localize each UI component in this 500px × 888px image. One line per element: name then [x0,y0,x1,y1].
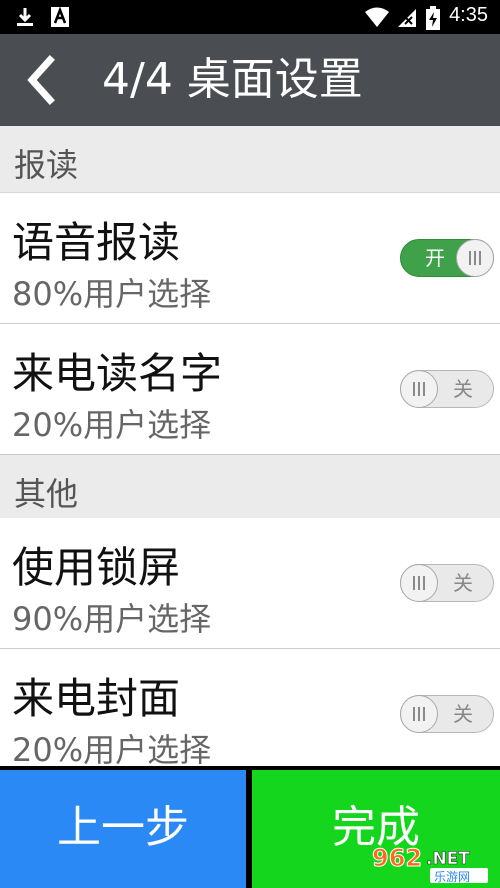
setting-row-voice-report[interactable]: 语音报读 80%用户选择 开 [0,193,500,324]
toggle-state-label: 关 [453,702,473,726]
chevron-left-icon [27,55,55,105]
toggle-knob [400,564,438,602]
setting-row-caller-name[interactable]: 来电读名字 20%用户选择 关 [0,324,500,455]
setting-title: 来电封面 [12,674,181,723]
toggle-state-label: 关 [453,571,473,595]
setting-title: 使用锁屏 [12,543,181,592]
previous-step-button[interactable]: 上一步 [0,770,246,888]
app-bar: 4/4 桌面设置 [0,34,500,126]
toggle-state-label: 关 [453,377,473,401]
svg-text:乐游网: 乐游网 [434,870,470,884]
setting-subtitle: 20%用户选择 [12,406,212,444]
svg-text:962: 962 [372,844,422,872]
setting-subtitle: 80%用户选择 [12,275,212,313]
section-label: 报读 [14,146,79,184]
setting-title: 来电读名字 [12,349,223,398]
site-watermark-logo: 962 .NET 乐游网 [372,844,488,884]
setting-title: 语音报读 [12,218,181,267]
section-header-baodu: 报读 [0,126,500,193]
toggle-knob [456,239,494,277]
download-icon [17,8,33,26]
setting-row-lock-screen[interactable]: 使用锁屏 90%用户选择 关 [0,518,500,649]
section-label: 其他 [14,475,79,513]
svg-text:.NET: .NET [426,849,470,869]
battery-charging-icon [426,6,440,30]
toggle-state-label: 开 [425,246,445,270]
wifi-icon [365,7,389,27]
lock-screen-toggle[interactable]: 关 [400,564,494,602]
toggle-knob [400,370,438,408]
text-a-icon [51,6,69,27]
section-header-other: 其他 [0,455,500,522]
previous-step-label: 上一步 [57,802,189,853]
call-cover-toggle[interactable]: 关 [400,695,494,733]
setting-subtitle: 90%用户选择 [12,600,212,638]
page-title: 4/4 桌面设置 [102,54,363,105]
back-button[interactable] [18,52,68,108]
signal-icon [398,9,416,27]
toggle-knob [400,695,438,733]
setting-row-call-cover[interactable]: 来电封面 20%用户选择 关 [0,649,500,780]
status-time: 4:35 [449,4,488,26]
status-bar: 4:35 [0,0,500,34]
caller-name-toggle[interactable]: 关 [400,370,494,408]
setting-subtitle: 20%用户选择 [12,731,212,769]
voice-report-toggle[interactable]: 开 [400,239,494,277]
